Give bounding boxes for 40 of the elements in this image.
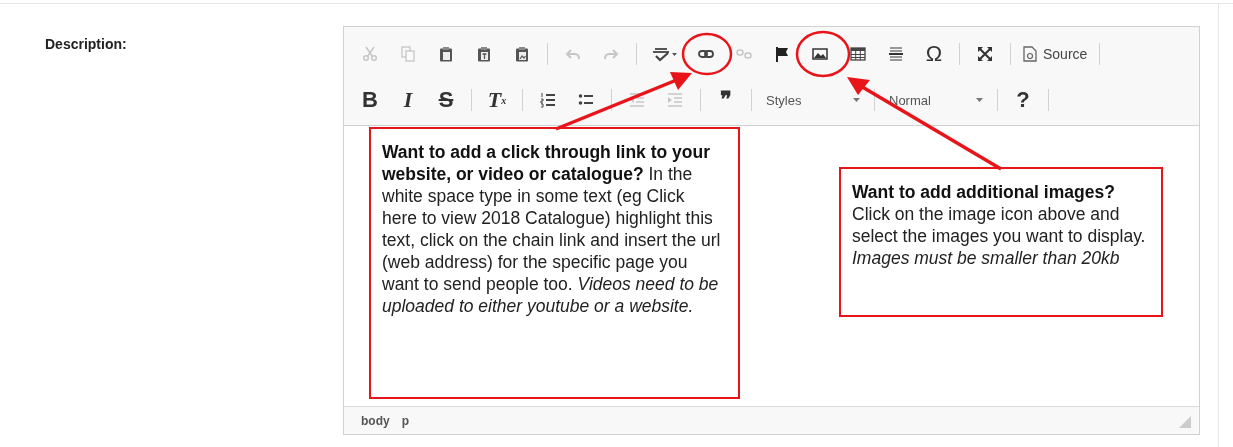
- bold-button[interactable]: B: [351, 85, 389, 115]
- numbered-list-icon: [540, 92, 556, 108]
- source-button[interactable]: Source: [1017, 39, 1094, 69]
- strikethrough-button[interactable]: S: [427, 85, 465, 115]
- flag-icon: [774, 46, 790, 62]
- callout-note: Want to add a click through link to your website, or video or catalogue? In the white space type in some text (eg Click here to view 2018 Catalogue) highlight this text, click on the chain link and insert the url (web address) for the specific page you want to send people too. Videos need to be uploaded to either youtube or a website.: [369, 127, 740, 399]
- clipboard-icon: [476, 46, 492, 62]
- scissors-icon: [362, 46, 378, 62]
- element-path-link[interactable]: p: [401, 413, 409, 428]
- bulleted-list-icon: [578, 92, 594, 108]
- broken-link-icon: [736, 46, 752, 62]
- element-path-link[interactable]: body: [361, 413, 390, 428]
- document-icon: [1023, 46, 1037, 62]
- bold-button[interactable]: ?: [1004, 85, 1042, 115]
- editor-content-area[interactable]: [344, 126, 1199, 406]
- field-label: Description:: [45, 35, 128, 52]
- resize-grip-icon: [1179, 416, 1191, 428]
- redo-icon: [603, 46, 619, 62]
- image-icon: [812, 46, 828, 62]
- table-icon: [850, 46, 866, 62]
- maximize-icon: [977, 46, 993, 62]
- copy-icon: [400, 46, 416, 62]
- clipboard-icon: [514, 46, 530, 62]
- highlight-circle: [681, 32, 733, 76]
- clipboard-icon: [438, 46, 454, 62]
- rich-text-editor[interactable]: [343, 26, 1200, 435]
- highlight-circle: [795, 30, 851, 78]
- undo-icon: [565, 46, 581, 62]
- spellcheck-icon: [652, 46, 678, 62]
- toolbar-button[interactable]: Ω: [915, 39, 953, 69]
- callout-note: Want to add additional images? Click on the image icon above and select the images you want to display. Images must be smaller than 20kb: [839, 167, 1163, 317]
- format-dropdown[interactable]: Styles: [758, 85, 868, 115]
- bold-button[interactable]: ❞: [707, 85, 745, 115]
- format-dropdown[interactable]: Normal: [881, 85, 991, 115]
- italic-button[interactable]: I: [389, 85, 427, 115]
- caret-icon: [853, 98, 860, 102]
- caret-icon: [976, 98, 983, 102]
- horizontal-lines-icon: [888, 46, 904, 62]
- outdent-icon: [629, 92, 645, 108]
- indent-icon: [667, 92, 683, 108]
